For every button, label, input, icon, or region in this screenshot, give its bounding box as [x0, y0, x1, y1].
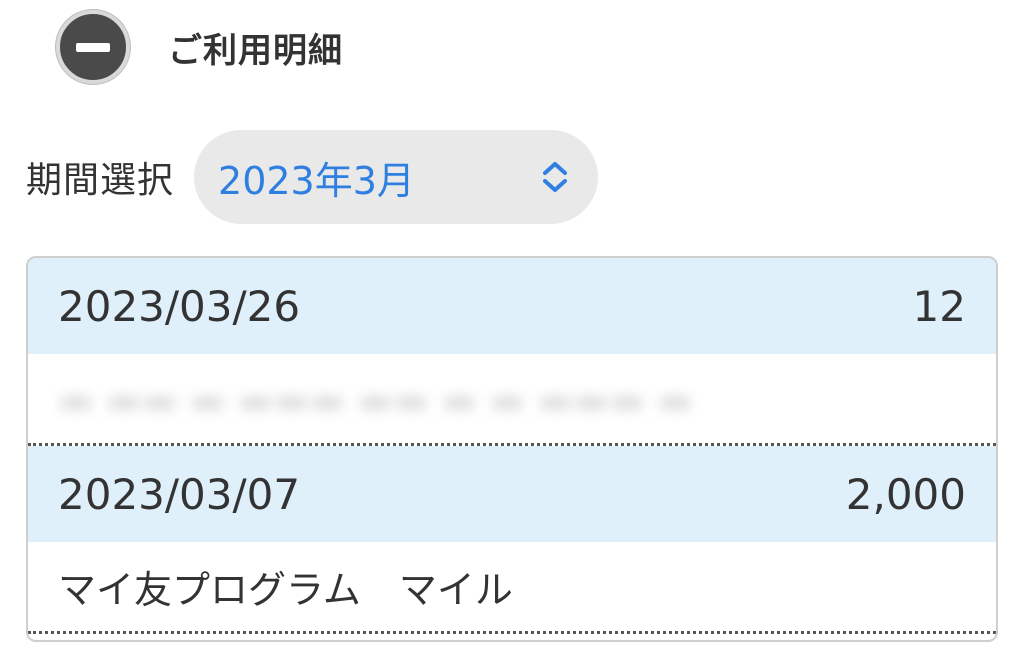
transaction-list: 2023/03/26 12 ▬ ▬▬ ▬ ▬▬▬ ▬▬ ▬ ▬ ▬▬▬ ▬ 20… — [26, 256, 998, 642]
entry-amount: 12 — [912, 281, 966, 331]
entry-date: 2023/03/26 — [58, 281, 301, 331]
entry-date: 2023/03/07 — [58, 469, 301, 519]
entry-description: ▬ ▬▬ ▬ ▬▬▬ ▬▬ ▬ ▬ ▬▬▬ ▬ — [28, 354, 996, 443]
section-title: ご利用明細 — [168, 30, 343, 71]
blurred-text: ▬ ▬▬ ▬ ▬▬▬ ▬▬ ▬ ▬ ▬▬▬ ▬ — [58, 378, 694, 422]
list-item: 2023/03/26 12 ▬ ▬▬ ▬ ▬▬▬ ▬▬ ▬ ▬ ▬▬▬ ▬ — [28, 258, 996, 446]
entry-header: 2023/03/07 2,000 — [28, 446, 996, 542]
usage-details-header: ご利用明細 — [56, 10, 343, 84]
period-label: 期間選択 — [26, 160, 175, 201]
list-item: 2023/03/07 2,000 マイ友プログラム マイル — [28, 446, 996, 634]
period-selected-value: 2023年3月 — [218, 158, 415, 203]
collapse-toggle-button[interactable] — [56, 10, 130, 84]
chevron-up-down-icon — [543, 162, 568, 192]
entry-amount: 2,000 — [845, 469, 966, 519]
period-select[interactable]: 2023年3月 — [194, 130, 599, 224]
entry-description: マイ友プログラム マイル — [28, 542, 996, 634]
entry-header: 2023/03/26 12 — [28, 258, 996, 354]
minus-icon — [76, 42, 110, 52]
entry-description-obscured: ▬ ▬▬ ▬ ▬▬▬ ▬▬ ▬ ▬ ▬▬▬ ▬ — [28, 354, 996, 446]
period-selector-row: 期間選択 2023年3月 — [26, 130, 599, 224]
